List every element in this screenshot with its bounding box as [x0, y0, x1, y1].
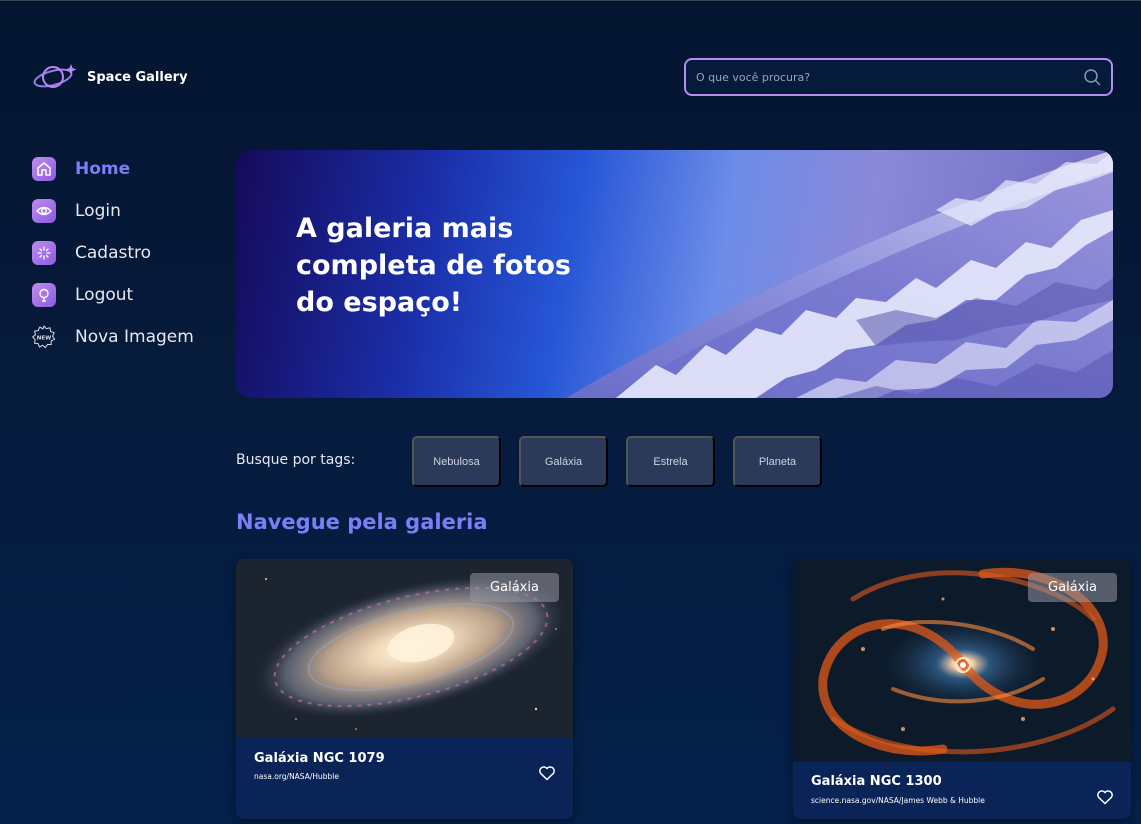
- card-image[interactable]: Galáxia: [793, 559, 1131, 762]
- sidebar-item-home[interactable]: Home: [32, 148, 222, 190]
- card-image[interactable]: Galáxia: [236, 559, 573, 738]
- sidebar-item-label: Cadastro: [75, 243, 152, 263]
- sidebar-item-label: Login: [75, 201, 121, 221]
- card-credit: science.nasa.gov/NASA/James Webb & Hubbl…: [811, 796, 985, 805]
- card-title: Galáxia NGC 1079: [254, 751, 385, 766]
- tag-button-estrela[interactable]: Estrela: [626, 436, 715, 487]
- hero-banner: A galeria mais completa de fotos do espa…: [236, 150, 1113, 398]
- window-top-border: [0, 0, 1141, 1]
- planet-logo-icon: [33, 64, 77, 88]
- sidebar-item-nova-imagem[interactable]: NEW Nova Imagem: [32, 316, 222, 358]
- search-input[interactable]: [696, 70, 1083, 84]
- logo-text: Space Gallery: [87, 69, 188, 85]
- card-credit: nasa.org/NASA/Hubble: [254, 772, 339, 781]
- heart-icon[interactable]: [1096, 788, 1114, 806]
- gallery-card[interactable]: Galáxia Galáxia NGC 1079 nasa.org/NASA/H…: [236, 559, 573, 819]
- sidebar-item-logout[interactable]: Logout: [32, 274, 222, 316]
- heart-icon[interactable]: [538, 764, 556, 782]
- home-icon: [32, 157, 56, 181]
- tag-button-planeta[interactable]: Planeta: [733, 436, 822, 487]
- sidebar-item-login[interactable]: Login: [32, 190, 222, 232]
- card-badge: Galáxia: [1028, 573, 1117, 602]
- sidebar-nav: Home Login Cadastro Logout NEW Nova Imag…: [32, 148, 222, 358]
- card-title: Galáxia NGC 1300: [811, 774, 942, 789]
- new-badge-icon: NEW: [32, 325, 56, 349]
- tag-button-nebulosa[interactable]: Nebulosa: [412, 436, 501, 487]
- eye-icon: [32, 199, 56, 223]
- search-icon[interactable]: [1083, 68, 1101, 86]
- hero-title: A galeria mais completa de fotos do espa…: [296, 213, 571, 318]
- tags-label: Busque por tags:: [236, 452, 356, 468]
- sidebar-item-label: Nova Imagem: [75, 327, 194, 347]
- sparkle-icon: [32, 241, 56, 265]
- gallery-title: Navegue pela galeria: [236, 510, 488, 534]
- sidebar-item-cadastro[interactable]: Cadastro: [32, 232, 222, 274]
- sidebar-item-label: Logout: [75, 285, 134, 305]
- gallery-card[interactable]: Galáxia Galáxia NGC 1300 science.nasa.go…: [793, 559, 1131, 819]
- search-box[interactable]: [684, 58, 1113, 96]
- lightbulb-icon: [32, 283, 56, 307]
- svg-text:NEW: NEW: [37, 335, 51, 341]
- tag-button-galaxia[interactable]: Galáxia: [519, 436, 608, 487]
- logo[interactable]: Space Gallery: [33, 60, 188, 94]
- sidebar-item-label: Home: [75, 159, 131, 179]
- card-badge: Galáxia: [470, 573, 559, 602]
